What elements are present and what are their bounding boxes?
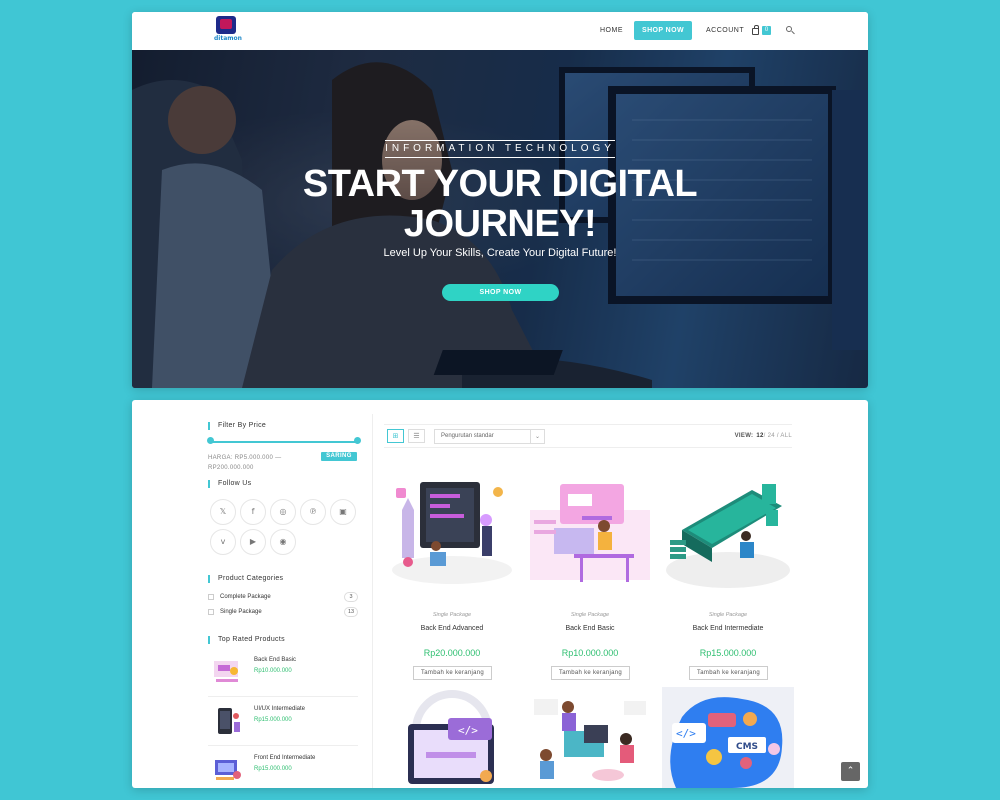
product-card: Single Package Back End Advanced Rp20.00… — [386, 470, 518, 680]
scroll-to-top-button[interactable]: ⌃ — [841, 762, 860, 781]
nav-account-link[interactable]: ACCOUNT — [706, 27, 744, 34]
shop-card: Filter By Price HARGA: RP5.000.000 — RP2… — [132, 400, 868, 788]
add-to-cart-button[interactable]: Tambah ke keranjang — [551, 666, 630, 680]
product-image[interactable] — [524, 470, 656, 590]
product-price: Rp20.000.000 — [423, 648, 481, 658]
instagram-icon[interactable]: ◎ — [270, 499, 296, 525]
top-rated-title: Top Rated Products — [208, 636, 285, 644]
search-icon[interactable] — [786, 26, 796, 36]
sidebar-divider — [372, 414, 373, 788]
svg-text:CMS: CMS — [736, 742, 758, 752]
category-name: Single Package — [220, 609, 262, 615]
product-name[interactable]: Back End Intermediate — [662, 625, 794, 632]
category-checkbox[interactable] — [208, 609, 214, 615]
price-slider-track[interactable] — [210, 441, 358, 443]
top-rated-divider — [208, 745, 358, 746]
site-logo[interactable]: ditamon — [214, 16, 242, 46]
view-count-label: VIEW: — [734, 433, 754, 439]
filter-price-title: Filter By Price — [208, 422, 266, 430]
product-image[interactable] — [662, 470, 794, 590]
svg-text:</>: </> — [458, 724, 478, 737]
hero-shop-now-button[interactable]: SHOP NOW — [442, 284, 559, 301]
price-range-text: HARGA: RP5.000.000 — RP200.000.000 — [208, 455, 282, 471]
product-category[interactable]: Single Package — [662, 612, 794, 618]
top-rated-item[interactable]: UI/UX Intermediate Rp15.000.000 — [208, 704, 358, 750]
cart-count-badge: 0 — [762, 26, 771, 35]
youtube-icon[interactable]: ▶ — [240, 529, 266, 555]
nav-home-link[interactable]: HOME — [600, 27, 623, 34]
product-categories-title: Product Categories — [208, 575, 283, 583]
add-to-cart-button[interactable]: Tambah ke keranjang — [413, 666, 492, 680]
logo-mark-icon — [216, 16, 236, 34]
category-name: Complete Package — [220, 594, 271, 600]
product-category[interactable]: Single Package — [386, 612, 518, 618]
hero-banner: INFORMATION TECHNOLOGY START YOUR DIGITA… — [132, 50, 868, 388]
vine-icon[interactable]: v — [210, 529, 236, 555]
top-rated-price: Rp15.000.000 — [254, 766, 292, 772]
top-rated-price: Rp10.000.000 — [254, 668, 292, 674]
product-category[interactable]: Single Package — [524, 612, 656, 618]
price-slider-min-handle[interactable] — [207, 437, 214, 444]
top-rated-item[interactable]: Front End Intermediate Rp15.000.000 — [208, 753, 358, 788]
hero-tagline: Level Up Your Skills, Create Your Digita… — [383, 247, 617, 259]
rss-icon[interactable]: ◉ — [270, 529, 296, 555]
price-slider-max-handle[interactable] — [354, 437, 361, 444]
hero-card: ditamon HOME SHOP NOW ACCOUNT 0 INFORMAT… — [132, 12, 868, 388]
svg-text:</>: </> — [676, 727, 696, 740]
top-rated-name[interactable]: UI/UX Intermediate — [254, 706, 305, 712]
product-area: ⊞ ☰ Pengurutan standar ⌄ VIEW: 12/ 24 / A… — [384, 400, 798, 788]
add-to-cart-button[interactable]: Tambah ke keranjang — [689, 666, 768, 680]
category-count: 13 — [344, 607, 358, 617]
sort-select[interactable]: Pengurutan standar ⌄ — [434, 429, 545, 444]
logo-text: ditamon — [214, 35, 242, 42]
sort-select-value: Pengurutan standar — [441, 433, 494, 439]
category-item[interactable]: Complete Package 3 — [208, 591, 358, 603]
pinterest-icon[interactable]: ℗ — [300, 499, 326, 525]
product-card: Single Package Back End Basic Rp10.000.0… — [524, 470, 656, 680]
nav-shop-now-button[interactable]: SHOP NOW — [634, 21, 692, 40]
product-thumbnail[interactable] — [212, 706, 244, 736]
product-thumbnail[interactable] — [212, 755, 244, 785]
view-count-options[interactable]: / 24 / ALL — [764, 433, 792, 439]
top-rated-item[interactable]: Back End Basic Rp10.000.000 — [208, 655, 358, 701]
product-image[interactable] — [386, 470, 518, 590]
product-thumbnail[interactable] — [212, 657, 244, 687]
grid-view-button[interactable]: ⊞ — [387, 429, 404, 443]
filter-button[interactable]: SARING — [321, 452, 357, 461]
product-name[interactable]: Back End Advanced — [386, 625, 518, 632]
category-item[interactable]: Single Package 13 — [208, 606, 358, 618]
top-rated-name[interactable]: Back End Basic — [254, 657, 296, 663]
list-icon: ☰ — [413, 432, 420, 440]
product-image[interactable] — [524, 695, 656, 788]
chevron-up-icon: ⌃ — [846, 766, 855, 776]
hero-title: START YOUR DIGITAL JOURNEY! — [302, 163, 698, 245]
top-rated-divider — [208, 696, 358, 697]
product-name[interactable]: Back End Basic — [524, 625, 656, 632]
grid-icon: ⊞ — [392, 432, 399, 440]
product-card: Single Package Back End Intermediate Rp1… — [662, 470, 794, 680]
facebook-icon[interactable]: f — [240, 499, 266, 525]
x-icon[interactable]: 𝕏 — [210, 499, 236, 525]
view-count-selector: VIEW: 12/ 24 / ALL — [735, 433, 792, 439]
cart-button[interactable]: 0 — [752, 25, 772, 37]
product-price: Rp15.000.000 — [699, 648, 757, 658]
product-price: Rp10.000.000 — [561, 648, 619, 658]
shop-sidebar: Filter By Price HARGA: RP5.000.000 — RP2… — [207, 400, 372, 788]
toolbar-divider — [384, 447, 792, 448]
product-image[interactable]: </> CMS — [662, 687, 794, 788]
toolbar-divider — [384, 424, 792, 425]
top-rated-price: Rp15.000.000 — [254, 717, 292, 723]
chevron-down-icon[interactable]: ⌄ — [530, 430, 544, 443]
follow-us-title: Follow Us — [208, 480, 251, 488]
top-rated-name[interactable]: Front End Intermediate — [254, 755, 315, 761]
category-count: 3 — [344, 592, 358, 602]
list-view-button[interactable]: ☰ — [408, 429, 425, 443]
view-count-current[interactable]: 12 — [756, 433, 763, 439]
shopping-bag-icon — [752, 25, 759, 35]
product-image[interactable]: </> — [386, 690, 518, 788]
hero-subtitle: INFORMATION TECHNOLOGY — [385, 140, 615, 158]
site-header: ditamon HOME SHOP NOW ACCOUNT 0 — [132, 12, 868, 50]
category-checkbox[interactable] — [208, 594, 214, 600]
discord-icon[interactable]: ▣ — [330, 499, 356, 525]
